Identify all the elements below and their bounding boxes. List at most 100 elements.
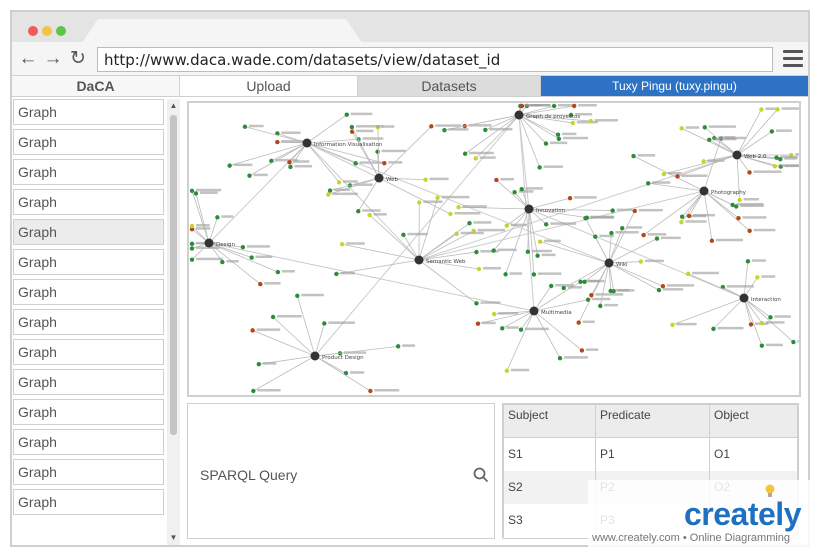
graph-node[interactable] (775, 107, 780, 112)
graph-hub-node[interactable] (374, 173, 384, 183)
graph-node[interactable] (375, 149, 380, 154)
graph-node[interactable] (275, 269, 281, 275)
graph-node[interactable] (519, 103, 525, 109)
graph-node[interactable] (474, 301, 479, 306)
graph-node[interactable] (645, 181, 651, 186)
graph-node[interactable] (570, 120, 576, 126)
graph-node[interactable] (620, 226, 625, 231)
graph-node[interactable] (598, 303, 603, 309)
graph-node[interactable] (702, 125, 707, 130)
graph-node[interactable] (709, 238, 715, 243)
graph-node[interactable] (467, 221, 472, 226)
graph-node[interactable] (367, 212, 372, 218)
graph-node[interactable] (707, 137, 712, 143)
graph-node[interactable] (227, 163, 232, 168)
graph-node[interactable] (711, 326, 716, 332)
graph-node[interactable] (435, 195, 440, 201)
graph-node[interactable] (679, 126, 684, 131)
graph-node[interactable] (583, 216, 588, 221)
forward-arrow-icon[interactable]: → (43, 48, 63, 70)
graph-hub-node[interactable] (529, 306, 539, 316)
graph-hub-node[interactable] (524, 204, 534, 214)
hamburger-menu-icon[interactable] (783, 50, 803, 68)
graph-node[interactable] (755, 275, 760, 280)
graph-node[interactable] (256, 361, 261, 367)
graph-node[interactable] (551, 103, 557, 109)
sidebar-item-graph[interactable]: Graph (13, 399, 164, 425)
graph-node[interactable] (368, 388, 373, 394)
graph-node[interactable] (679, 220, 684, 225)
graph-node[interactable] (679, 214, 685, 219)
graph-node[interactable] (747, 170, 752, 175)
graph-node[interactable] (537, 239, 543, 244)
graph-hub-node[interactable] (604, 258, 614, 268)
graph-hub-node[interactable] (732, 150, 742, 160)
graph-node[interactable] (334, 271, 339, 277)
back-arrow-icon[interactable]: ← (18, 48, 38, 70)
maximize-window-button[interactable] (56, 26, 66, 36)
graph-node[interactable] (608, 288, 613, 294)
graph-node[interactable] (474, 249, 479, 255)
graph-node[interactable] (631, 153, 636, 159)
graph-node[interactable] (270, 314, 276, 320)
graph-node[interactable] (189, 246, 195, 251)
scroll-up-icon[interactable]: ▲ (169, 101, 178, 111)
graph-node[interactable] (660, 283, 666, 289)
graph-hub-node[interactable] (310, 351, 320, 361)
sidebar-item-graph[interactable]: Graph (13, 339, 164, 365)
graph-node[interactable] (322, 321, 327, 326)
graph-node[interactable] (349, 124, 355, 130)
graph-node[interactable] (288, 164, 293, 170)
sidebar-item-graph[interactable]: Graph (13, 459, 164, 485)
graph-node[interactable] (356, 209, 361, 214)
scroll-down-icon[interactable]: ▼ (169, 533, 178, 543)
sidebar-item-graph[interactable]: Graph (13, 249, 164, 275)
graph-node[interactable] (258, 281, 263, 287)
sidebar-item-graph[interactable]: Graph (13, 279, 164, 305)
graph-node[interactable] (240, 244, 246, 250)
graph-node[interactable] (543, 222, 549, 227)
graph-node[interactable] (250, 328, 255, 333)
graph-node[interactable] (556, 136, 562, 141)
graph-node[interactable] (589, 292, 594, 298)
table-row[interactable]: S1 P1 O1 (503, 437, 798, 471)
tab-daca[interactable]: DaCA (12, 76, 180, 97)
graph-node[interactable] (579, 348, 585, 353)
graph-node[interactable] (504, 223, 509, 228)
reload-icon[interactable]: ↻ (68, 48, 88, 70)
graph-node[interactable] (774, 155, 779, 160)
graph-node[interactable] (189, 223, 195, 229)
graph-node[interactable] (476, 266, 482, 272)
sidebar-item-graph[interactable]: Graph (13, 489, 164, 515)
graph-node[interactable] (759, 343, 765, 348)
graph-node[interactable] (661, 171, 667, 177)
graph-node[interactable] (189, 241, 195, 247)
graph-node[interactable] (503, 272, 508, 277)
graph-node[interactable] (686, 213, 692, 219)
graph-node[interactable] (448, 211, 453, 217)
tab-user[interactable]: Tuxy Pingu (tuxy.pingu) (541, 76, 808, 97)
graph-node[interactable] (537, 165, 542, 170)
graph-hub-node[interactable] (204, 238, 214, 248)
graph-node[interactable] (555, 132, 561, 137)
graph-node[interactable] (791, 339, 796, 345)
graph-node[interactable] (675, 174, 680, 179)
graph-node[interactable] (656, 287, 662, 293)
graph-node[interactable] (609, 230, 614, 236)
graph-node[interactable] (701, 159, 706, 164)
graph-node[interactable] (759, 320, 765, 326)
graph-node[interactable] (504, 368, 510, 373)
graph-hub-node[interactable] (514, 110, 524, 120)
graph-node[interactable] (287, 160, 292, 165)
graph-node[interactable] (531, 272, 537, 277)
graph-node[interactable] (543, 141, 549, 146)
graph-node[interactable] (588, 118, 593, 124)
sidebar-item-graph[interactable]: Graph (13, 219, 164, 245)
graph-hub-node[interactable] (414, 255, 424, 265)
graph-node[interactable] (475, 321, 481, 326)
graph-node[interactable] (429, 124, 434, 129)
graph-node[interactable] (456, 205, 461, 210)
graph-node[interactable] (512, 189, 517, 195)
graph-node[interactable] (557, 355, 563, 361)
graph-node[interactable] (748, 322, 754, 327)
